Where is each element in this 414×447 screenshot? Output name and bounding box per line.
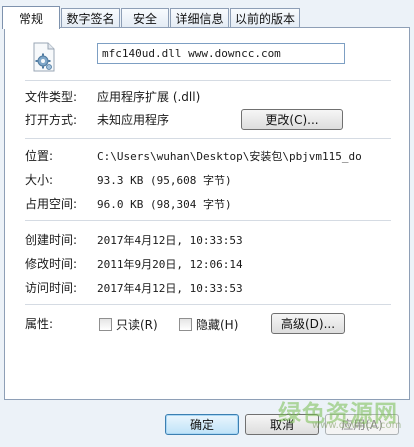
- change-button-label: 更改(C)...: [265, 113, 319, 127]
- disk-size-value: 96.0 KB (98,304 字节): [97, 198, 232, 211]
- file-name-field[interactable]: mfc140ud.dll www.downcc.com: [97, 43, 345, 64]
- advanced-button-label: 高级(D)...: [280, 317, 336, 331]
- gear-file-icon: [33, 42, 55, 72]
- general-panel: mfc140ud.dll www.downcc.com 文件类型: 应用程序扩展…: [4, 27, 410, 400]
- apply-button[interactable]: 应用(A): [325, 414, 399, 435]
- ok-button-label: 确定: [189, 418, 214, 432]
- tab-label: 以前的版本: [234, 12, 295, 26]
- divider: [25, 220, 391, 221]
- tab-details[interactable]: 详细信息: [170, 8, 229, 28]
- hidden-checkbox[interactable]: 隐藏(H): [179, 316, 238, 333]
- tab-security[interactable]: 安全: [121, 8, 169, 28]
- created-label: 创建时间:: [25, 233, 78, 247]
- hidden-label: 隐藏(H): [196, 318, 239, 332]
- open-with-value: 未知应用程序: [97, 113, 170, 127]
- size-value: 93.3 KB (95,608 字节): [97, 174, 232, 187]
- checkbox-square[interactable]: [99, 318, 112, 331]
- tab-general[interactable]: 常规: [2, 6, 60, 29]
- attributes-label: 属性:: [25, 317, 54, 331]
- open-with-label: 打开方式:: [25, 113, 78, 127]
- modified-value: 2011年9月20日, 12:06:14: [97, 258, 243, 271]
- file-type-label: 文件类型:: [25, 90, 78, 104]
- divider: [25, 138, 391, 139]
- readonly-checkbox[interactable]: 只读(R): [99, 316, 158, 333]
- divider: [25, 304, 391, 305]
- created-value: 2017年4月12日, 10:33:53: [97, 234, 243, 247]
- location-label: 位置:: [25, 149, 54, 163]
- modified-label: 修改时间:: [25, 257, 78, 271]
- ok-button[interactable]: 确定: [165, 414, 239, 435]
- location-value[interactable]: C:\Users\wuhan\Desktop\安装包\pbjvm115_do: [97, 148, 397, 164]
- apply-button-label: 应用(A): [341, 418, 383, 432]
- tab-label: 数字签名: [66, 12, 115, 26]
- tab-digital-signature[interactable]: 数字签名: [61, 8, 120, 28]
- accessed-label: 访问时间:: [25, 281, 78, 295]
- tab-previous-versions[interactable]: 以前的版本: [230, 8, 300, 28]
- tab-strip: 常规 数字签名 安全 详细信息 以前的版本: [0, 6, 414, 29]
- change-button[interactable]: 更改(C)...: [241, 109, 343, 130]
- file-name-text: mfc140ud.dll www.downcc.com: [102, 47, 281, 60]
- advanced-button[interactable]: 高级(D)...: [271, 313, 345, 334]
- accessed-value: 2017年4月12日, 10:33:53: [97, 282, 243, 295]
- tab-label: 详细信息: [175, 12, 224, 26]
- file-type-value: 应用程序扩展 (.dll): [97, 90, 201, 104]
- divider: [25, 80, 391, 81]
- cancel-button[interactable]: 取消: [245, 414, 319, 435]
- tab-label: 安全: [132, 12, 157, 26]
- checkbox-square[interactable]: [179, 318, 192, 331]
- cancel-button-label: 取消: [269, 418, 294, 432]
- tab-label: 常规: [18, 11, 43, 26]
- disk-size-label: 占用空间:: [25, 197, 78, 211]
- size-label: 大小:: [25, 173, 54, 187]
- readonly-label: 只读(R): [116, 318, 158, 332]
